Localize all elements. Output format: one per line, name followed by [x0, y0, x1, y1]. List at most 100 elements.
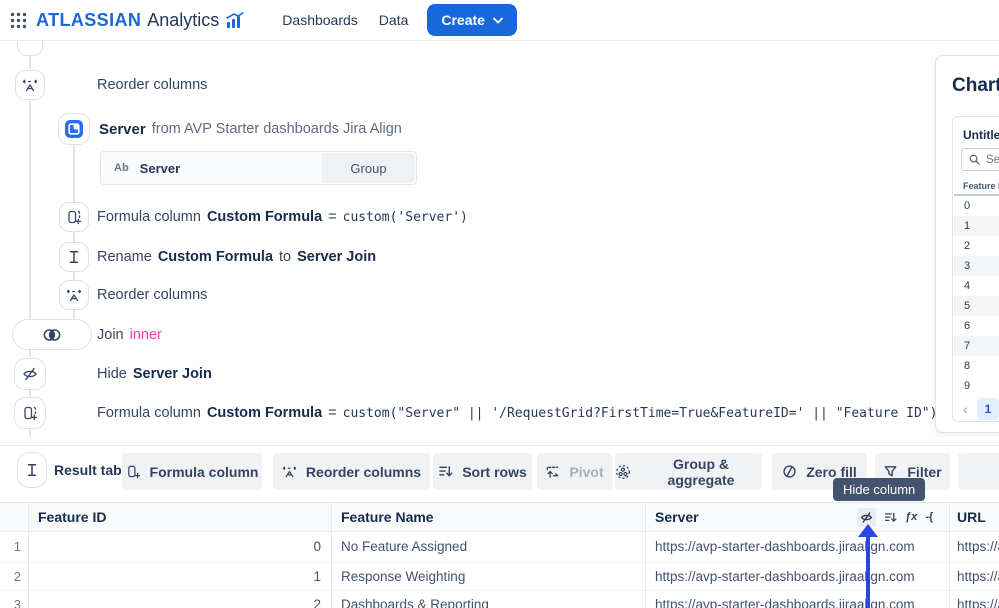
search-input[interactable] [986, 154, 999, 166]
formula-column-icon[interactable] [14, 397, 46, 429]
filter-icon [883, 464, 898, 479]
cell-feature-id: 2 [28, 590, 321, 608]
group-aggregate-button[interactable]: Group & aggregate [615, 453, 762, 490]
sort-rows-icon [438, 464, 453, 479]
create-button[interactable]: Create [427, 4, 517, 36]
column-header-feature-name[interactable]: Feature Name [341, 503, 434, 531]
rename-from: Custom Formula [158, 249, 273, 265]
field-type-icon: Ab [114, 162, 129, 174]
reorder-columns-icon[interactable] [59, 280, 89, 310]
mini-table-row: 0 [954, 196, 999, 216]
column-border [645, 503, 646, 608]
mini-table-row: 4 [954, 276, 999, 296]
equals-sign: = [328, 405, 336, 421]
atlassian-wordmark: ATLASSIAN [36, 10, 141, 31]
step-label: Hide [97, 366, 127, 382]
step-label: Formula column [97, 405, 201, 421]
reorder-columns-icon[interactable] [15, 70, 45, 100]
annotation-arrow-shaft [866, 536, 870, 608]
pivot-button: Pivot [537, 453, 612, 490]
divider [0, 445, 999, 446]
cell-server: https://avp-starter-dashboards.jiraalign… [655, 531, 943, 562]
top-navigation-bar: ATLASSIAN Analytics Dashboards Data Crea… [0, 0, 999, 41]
mini-table-row: 7 [954, 336, 999, 356]
toolbar-button-partial[interactable] [958, 453, 999, 490]
rename-icon[interactable] [59, 242, 89, 272]
mini-table-header: Feature ID [963, 181, 999, 191]
pagination-page-1[interactable]: 1 [977, 398, 999, 420]
search-icon [969, 154, 980, 165]
field-group-button[interactable]: Group [322, 153, 415, 183]
step-join[interactable]: Join inner [97, 319, 162, 350]
reorder-columns-icon [282, 464, 297, 479]
join-mode: inner [130, 327, 162, 343]
create-button-label: Create [441, 12, 485, 28]
hide-column-tooltip: Hide column [833, 478, 925, 501]
connector-line [29, 428, 31, 438]
mini-table-row: 9 [954, 376, 999, 396]
rename-target: Server Join [297, 249, 376, 265]
cell-feature-id: 0 [28, 531, 321, 562]
rename-to-word: to [279, 249, 291, 265]
step-rename[interactable]: Rename Custom Formula to Server Join [97, 242, 376, 272]
formula-name: Custom Formula [207, 209, 322, 225]
step-label: Formula column [97, 209, 201, 225]
source-name: Server [99, 121, 146, 138]
analytics-chart-icon [225, 12, 245, 29]
data-source-icon[interactable] [58, 113, 90, 145]
cell-feature-id: 1 [28, 562, 321, 590]
row-number: 3 [0, 590, 21, 608]
source-field-row[interactable]: Ab Server Group [100, 151, 417, 185]
column-border [331, 503, 332, 608]
table-header-row [0, 503, 999, 531]
result-table-icon[interactable] [17, 452, 47, 488]
button-label: Formula column [150, 464, 259, 480]
step-reorder-columns-2[interactable]: Reorder columns [97, 280, 207, 310]
nav-data[interactable]: Data [379, 12, 409, 28]
hide-column-icon[interactable] [14, 358, 46, 390]
formula-edit-icon[interactable]: -{ [925, 511, 933, 523]
mini-table-row: 6 [954, 316, 999, 336]
field-group-label: Group [350, 161, 386, 176]
row-number: 1 [0, 531, 21, 562]
column-header-url[interactable]: URL [957, 503, 986, 531]
button-label: Group & aggregate [640, 456, 762, 488]
step-hide[interactable]: Hide Server Join [97, 358, 212, 390]
mini-table-row: 2 [954, 236, 999, 256]
search-box[interactable] [961, 148, 999, 171]
source-origin: from AVP Starter dashboards Jira Align [152, 121, 402, 137]
step-formula-column-1[interactable]: Formula column Custom Formula = custom('… [97, 202, 468, 232]
sort-rows-button[interactable]: Sort rows [433, 453, 532, 490]
reorder-columns-button[interactable]: Reorder columns [273, 453, 430, 490]
formula-column-icon [126, 464, 141, 479]
pivot-icon [545, 464, 560, 479]
formula-column-button[interactable]: Formula column [122, 453, 262, 490]
row-number: 2 [0, 562, 21, 590]
annotation-arrow-head [858, 524, 878, 537]
step-source-server[interactable]: Server from AVP Starter dashboards Jira … [99, 113, 402, 145]
mini-table-row: 1 [954, 216, 999, 236]
chart-panel-title: Chart [952, 75, 999, 97]
formula-column-icon[interactable] [59, 202, 89, 232]
step-formula-column-2[interactable]: Formula column Custom Formula = custom("… [97, 397, 937, 429]
join-icon[interactable] [12, 319, 92, 350]
app-switcher-icon[interactable] [10, 12, 27, 29]
nav-dashboards[interactable]: Dashboards [282, 12, 358, 28]
cell-url: https://avp-starter-dashboards.jiraalign… [957, 531, 999, 562]
column-header-server[interactable]: Server [655, 503, 699, 531]
formula-name: Custom Formula [207, 405, 322, 421]
sort-column-icon[interactable] [884, 511, 897, 524]
step-label: Reorder columns [97, 287, 207, 303]
mini-table-row: 5 [954, 296, 999, 316]
connector-line [29, 100, 31, 320]
column-header-feature-id[interactable]: Feature ID [38, 503, 106, 531]
fx-icon[interactable]: ƒx [905, 511, 917, 523]
app-canvas: ATLASSIAN Analytics Dashboards Data Crea… [0, 0, 999, 608]
pagination-prev-icon[interactable]: ‹ [963, 398, 968, 420]
cell-url: https://avp-starter-dashboards.jiraalign… [957, 590, 999, 608]
cell-server: https://avp-starter-dashboards.jiraalign… [655, 590, 943, 608]
button-label: Reorder columns [306, 464, 421, 480]
button-label: Pivot [569, 464, 603, 480]
step-reorder-columns-1[interactable]: Reorder columns [97, 70, 207, 100]
step-label: Join [97, 327, 124, 343]
